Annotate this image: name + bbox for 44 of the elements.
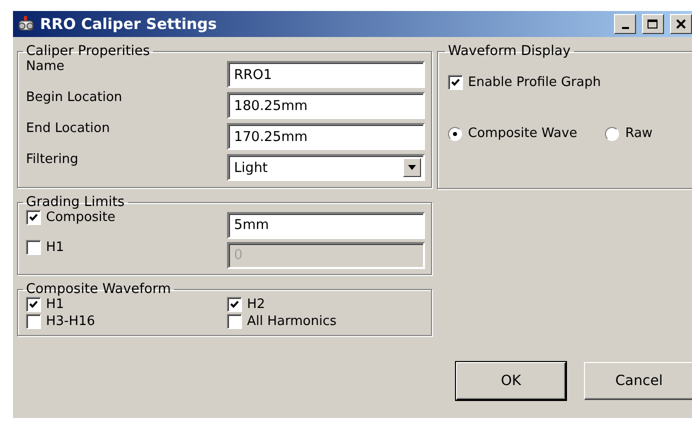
checkbox[interactable] [227, 297, 242, 312]
checkbox[interactable] [448, 75, 463, 90]
dialog-button[interactable]: OK [456, 362, 566, 400]
close-icon [676, 19, 686, 29]
maximize-button[interactable] [642, 14, 664, 34]
caliper-icon [17, 15, 35, 33]
group-title: Grading Limits [25, 194, 126, 210]
field-label: End Location [26, 121, 111, 136]
checkbox[interactable] [26, 297, 41, 312]
close-button[interactable] [670, 14, 692, 34]
field-label: Name [26, 59, 66, 74]
dialog-button[interactable]: Cancel [584, 362, 692, 400]
checkmark-icon [451, 78, 460, 87]
maximize-icon [647, 18, 659, 30]
group-title: Composite Waveform [25, 281, 172, 297]
radio-button[interactable] [448, 126, 462, 140]
radio-button[interactable] [605, 126, 620, 140]
minimize-icon [622, 27, 628, 29]
checkbox-label: Composite [46, 210, 116, 225]
checkmark-icon [230, 300, 239, 309]
checkbox-label: H2 [247, 297, 266, 312]
field-label: Filtering [26, 152, 80, 167]
radio-label: Composite Wave [468, 126, 578, 141]
field-label: Begin Location [26, 90, 124, 105]
checkbox-label: H1 [46, 297, 64, 312]
checkbox[interactable] [26, 314, 41, 329]
checkbox-label: H3-H16 [46, 314, 96, 329]
checkmark-icon [29, 213, 38, 222]
dropdown[interactable]: Light [227, 154, 425, 181]
checkbox[interactable] [227, 314, 242, 329]
checkmark-icon [29, 300, 38, 309]
group-title: Waveform Display [447, 43, 572, 59]
checkbox-label: All Harmonics [247, 314, 336, 329]
group-title: Caliper Properities [25, 43, 151, 59]
window-title: RRO Caliper Settings [40, 15, 218, 33]
input-field[interactable]: 180.25mm [227, 92, 425, 119]
radio-label: Raw [625, 126, 653, 141]
checkbox[interactable] [26, 210, 41, 225]
input-field[interactable]: 5mm [227, 212, 425, 238]
checkbox-label: Enable Profile Graph [468, 75, 601, 90]
input-field[interactable]: 170.25mm [227, 123, 425, 150]
minimize-button[interactable] [614, 14, 636, 34]
checkbox-label: H1 [46, 240, 64, 255]
input-field[interactable]: RRO1 [227, 61, 425, 88]
